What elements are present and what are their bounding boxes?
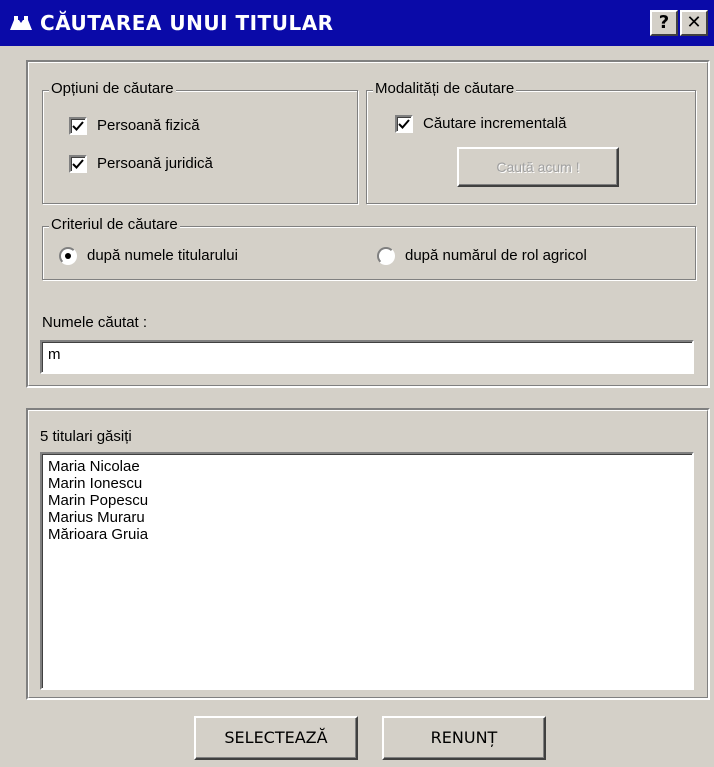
criteria-group: Criteriul de căutare după numele titular… xyxy=(42,216,696,280)
cancel-button[interactable]: RENUNȚ xyxy=(382,716,546,760)
search-panel: Opțiuni de căutare Persoană fizică Perso… xyxy=(26,60,710,388)
incremental-search-label: Căutare incrementală xyxy=(423,115,567,132)
search-titular-dialog: CĂUTAREA UNUI TITULAR ? ✕ Opțiuni de cău… xyxy=(0,0,714,767)
list-item[interactable]: Marius Muraru xyxy=(48,509,686,526)
criteria-legend: Criteriul de căutare xyxy=(49,216,180,233)
results-list[interactable]: Maria Nicolae Marin Ionescu Marin Popesc… xyxy=(40,452,694,690)
search-options-group: Opțiuni de căutare Persoană fizică Perso… xyxy=(42,80,358,204)
person-legal-checkbox[interactable] xyxy=(69,155,87,173)
search-modes-group: Modalități de căutare Căutare incrementa… xyxy=(366,80,696,204)
person-physical-checkbox[interactable] xyxy=(69,117,87,135)
check-icon xyxy=(72,159,84,169)
results-count: 5 titulari găsiți xyxy=(40,428,132,445)
by-role-radio[interactable] xyxy=(377,247,395,265)
app-icon xyxy=(10,16,32,30)
list-item[interactable]: Maria Nicolae xyxy=(48,458,686,475)
list-item[interactable]: Mărioara Gruia xyxy=(48,526,686,543)
check-icon xyxy=(72,121,84,131)
results-panel: 5 titulari găsiți Maria Nicolae Marin Io… xyxy=(26,408,710,700)
help-button[interactable]: ? xyxy=(650,10,678,36)
search-options-legend: Opțiuni de căutare xyxy=(49,80,176,97)
list-item[interactable]: Marin Ionescu xyxy=(48,475,686,492)
person-physical-label: Persoană fizică xyxy=(97,117,200,134)
title-bar[interactable]: CĂUTAREA UNUI TITULAR ? ✕ xyxy=(0,0,714,46)
check-icon xyxy=(398,119,410,129)
close-button[interactable]: ✕ xyxy=(680,10,708,36)
search-modes-legend: Modalități de căutare xyxy=(373,80,517,97)
by-role-label: după numărul de rol agricol xyxy=(405,247,587,264)
by-name-label: după numele titularului xyxy=(87,247,238,264)
select-button[interactable]: SELECTEAZĂ xyxy=(194,716,358,760)
by-name-radio[interactable] xyxy=(59,247,77,265)
search-now-button[interactable]: Caută acum ! xyxy=(457,147,619,187)
window-title: CĂUTAREA UNUI TITULAR xyxy=(40,11,334,35)
list-item[interactable]: Marin Popescu xyxy=(48,492,686,509)
search-name-input[interactable]: m xyxy=(40,340,694,374)
person-legal-label: Persoană juridică xyxy=(97,155,213,172)
search-field-label: Numele căutat : xyxy=(42,314,148,331)
incremental-search-checkbox[interactable] xyxy=(395,115,413,133)
